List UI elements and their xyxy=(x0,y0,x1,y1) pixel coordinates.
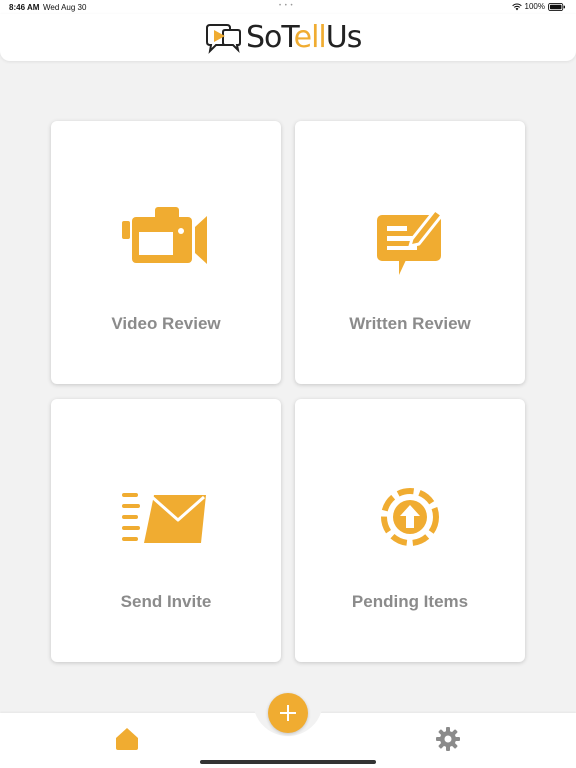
add-button[interactable] xyxy=(268,693,308,733)
upload-pending-icon xyxy=(381,488,439,546)
envelope-icon xyxy=(122,493,206,543)
home-indicator xyxy=(200,760,376,764)
app-header: SoTellUs xyxy=(0,14,576,61)
app-screen: 8:46 AM Wed Aug 30 • • • 100% SoTellUs V… xyxy=(0,0,576,768)
video-camera-icon xyxy=(122,207,207,264)
battery-percent: 100% xyxy=(524,2,545,11)
written-review-tile[interactable]: Written Review xyxy=(295,121,525,384)
pending-items-tile[interactable]: Pending Items xyxy=(295,399,525,662)
pending-items-label: Pending Items xyxy=(351,592,469,611)
plus-icon xyxy=(280,705,296,721)
send-invite-tile[interactable]: Send Invite xyxy=(51,399,281,662)
logo-wordmark: SoTellUs xyxy=(246,20,363,55)
status-bar: 8:46 AM Wed Aug 30 • • • 100% xyxy=(0,0,576,14)
send-invite-label: Send Invite xyxy=(120,592,212,611)
status-date: Wed Aug 30 xyxy=(43,3,87,12)
wifi-icon xyxy=(511,3,522,10)
logo-icon xyxy=(206,24,241,54)
status-indicators: 100% xyxy=(511,2,566,11)
status-time: 8:46 AM xyxy=(9,3,40,12)
multitasking-dots[interactable]: • • • xyxy=(279,3,294,9)
gear-icon[interactable] xyxy=(435,726,461,752)
home-icon[interactable] xyxy=(114,726,140,752)
written-review-icon xyxy=(377,208,444,275)
logo-suffix: Us xyxy=(325,20,363,55)
logo-accent: ell xyxy=(293,20,327,55)
app-logo: SoTellUs xyxy=(203,20,363,55)
logo-prefix: SoT xyxy=(246,20,295,55)
battery-icon xyxy=(548,2,565,11)
written-review-label: Written Review xyxy=(349,314,471,333)
video-review-tile[interactable]: Video Review xyxy=(51,121,281,384)
video-review-label: Video Review xyxy=(111,314,221,333)
